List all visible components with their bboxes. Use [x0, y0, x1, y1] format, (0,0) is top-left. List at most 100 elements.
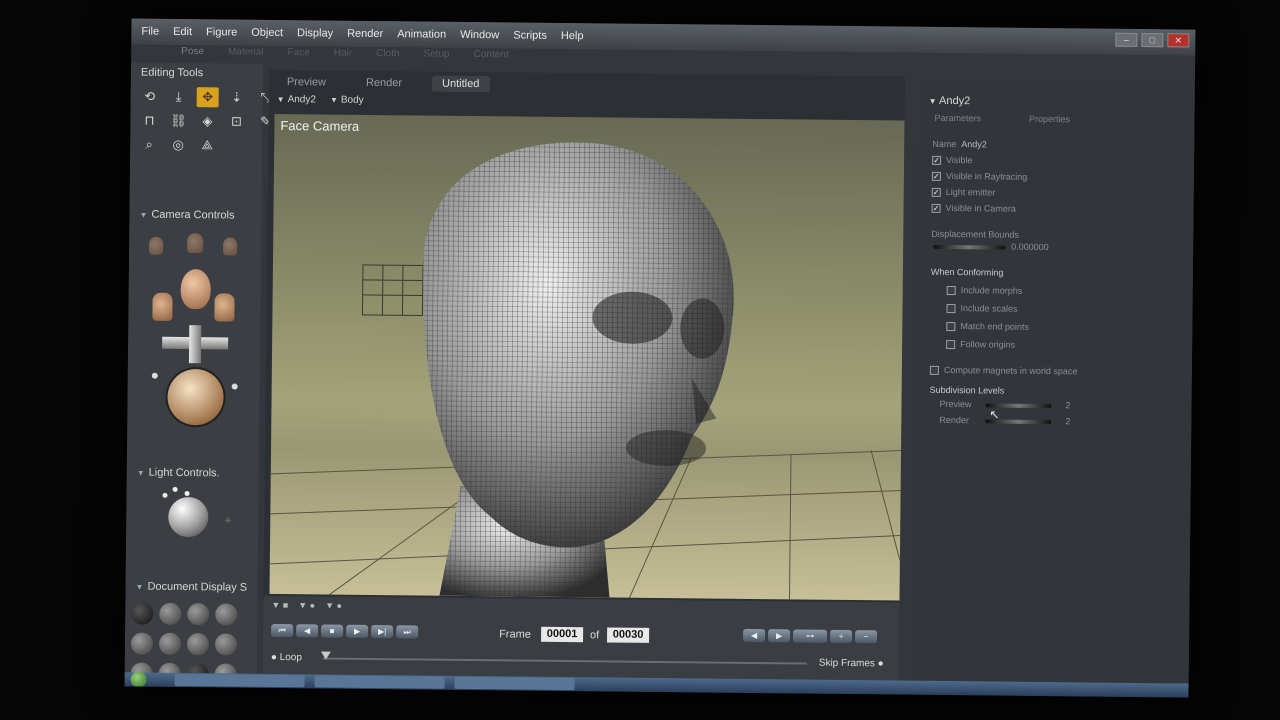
camera-trackball[interactable] — [167, 368, 224, 426]
direct-manipulation-icon[interactable]: ◎ — [167, 135, 189, 155]
tab-render[interactable]: Render — [356, 75, 412, 92]
checkbox-icon[interactable]: ✓ — [931, 203, 941, 213]
room-tab-hair[interactable]: Hair — [334, 48, 352, 66]
current-frame-field[interactable]: 00001 — [541, 626, 584, 643]
select-camera-icon[interactable] — [149, 236, 164, 255]
light-emitter-checkbox[interactable]: ✓ Light emitter — [931, 187, 995, 198]
collapse-arrow-icon[interactable]: ▼ — [139, 211, 147, 220]
menu-display[interactable]: Display — [297, 27, 333, 39]
room-tab-pose[interactable]: Pose — [181, 46, 204, 64]
cartoon-style-icon[interactable] — [214, 633, 238, 656]
light-sun-icon[interactable]: ✳ — [224, 515, 232, 526]
checkbox-icon[interactable] — [946, 303, 956, 313]
menu-figure[interactable]: Figure — [206, 26, 237, 38]
maximize-icon[interactable]: □ — [1141, 33, 1164, 48]
hidden-line-style-icon[interactable] — [215, 603, 238, 626]
start-button-icon[interactable] — [130, 671, 147, 688]
taskbar-item[interactable] — [174, 673, 305, 688]
menu-scripts[interactable]: Scripts — [513, 29, 547, 41]
key-icon[interactable]: ⊶ — [793, 629, 828, 643]
name-field[interactable]: Andy2 — [961, 139, 987, 149]
move-xy-control-icon[interactable] — [162, 325, 229, 364]
include-morphs-checkbox[interactable]: Include morphs — [946, 285, 1022, 296]
step-forward-button[interactable]: ▶| — [371, 624, 394, 639]
flat-shaded-style-icon[interactable] — [158, 632, 182, 655]
visible-camera-checkbox[interactable]: ✓ Visible in Camera — [931, 203, 1016, 214]
tab-parameters[interactable]: Parameters — [934, 113, 981, 123]
light-dot-icon[interactable] — [184, 491, 190, 497]
play-button[interactable]: ▶ — [346, 624, 369, 638]
dropdown-arrow-icon[interactable]: ▼ ● — [325, 601, 342, 611]
silhouette-style-icon[interactable] — [131, 602, 154, 625]
compute-magnets-checkbox[interactable]: Compute magnets in world space — [929, 365, 1078, 376]
dropdown-arrow-icon[interactable]: ▼ ● — [298, 600, 315, 610]
checkbox-icon[interactable]: ✓ — [931, 187, 941, 197]
light-dot-icon[interactable] — [162, 492, 168, 498]
chain-break-icon[interactable]: ⛓ — [167, 111, 189, 131]
preview-subdiv-value[interactable]: 2 — [1065, 400, 1070, 410]
follow-origins-checkbox[interactable]: Follow origins — [946, 339, 1015, 350]
tab-untitled[interactable]: Untitled — [431, 75, 490, 93]
visible-raytracing-checkbox[interactable]: ✓ Visible in Raytracing — [931, 171, 1027, 182]
figure-dropdown[interactable]: ▼ Andy2 — [277, 94, 316, 105]
outline-style-icon[interactable] — [159, 602, 182, 626]
room-tab-material[interactable]: Material — [228, 46, 264, 64]
grouping-tool-icon[interactable]: ⊡ — [225, 111, 247, 131]
timeline-track[interactable] — [322, 657, 807, 665]
taper-tool-icon[interactable]: ⊓ — [138, 111, 160, 131]
menu-file[interactable]: File — [141, 26, 159, 38]
light-dot-icon[interactable] — [172, 486, 178, 492]
taskbar-item[interactable] — [454, 676, 575, 691]
flat-lined-style-icon[interactable] — [186, 633, 210, 656]
render-subdiv-value[interactable]: 2 — [1065, 416, 1070, 426]
key-camera-icon[interactable] — [223, 237, 238, 256]
actor-dropdown[interactable]: ▼ Body — [330, 95, 364, 106]
remove-key-button[interactable]: − — [855, 630, 878, 644]
room-tab-cloth[interactable]: Cloth — [376, 48, 399, 66]
checkbox-icon[interactable] — [946, 285, 956, 295]
joint-tool-icon[interactable]: ⟁ — [196, 135, 218, 155]
right-hand-camera-icon[interactable] — [214, 293, 235, 322]
color-tool-icon[interactable]: ◈ — [196, 111, 218, 131]
room-tab-face[interactable]: Face — [287, 47, 309, 65]
collapse-arrow-icon[interactable]: ▼ — [136, 583, 144, 592]
focal-dot-icon[interactable] — [231, 383, 238, 390]
collapse-arrow-icon[interactable]: ▼ — [137, 469, 145, 478]
tab-preview[interactable]: Preview — [277, 74, 336, 91]
room-tab-content[interactable]: Content — [473, 49, 509, 67]
twist-tool-icon[interactable]: ⤓ — [168, 87, 190, 107]
total-frames-field[interactable]: 00030 — [607, 627, 650, 643]
flyaround-icon[interactable] — [187, 233, 204, 254]
room-tab-setup[interactable]: Setup — [423, 49, 449, 67]
dropdown-arrow-icon[interactable]: ▼ ■ — [271, 600, 288, 610]
menu-object[interactable]: Object — [251, 27, 283, 39]
next-key-button[interactable]: ▶ — [768, 629, 791, 643]
add-key-button[interactable]: + — [830, 629, 853, 644]
checkbox-icon[interactable] — [929, 365, 939, 375]
stop-button[interactable]: ■ — [321, 624, 344, 638]
collapse-arrow-icon[interactable]: ▼ — [929, 97, 937, 106]
skip-frames-toggle[interactable]: Skip Frames ● — [819, 658, 884, 670]
menu-render[interactable]: Render — [347, 28, 383, 40]
menu-animation[interactable]: Animation — [397, 28, 446, 41]
translate-in-out-icon[interactable]: ⇣ — [226, 87, 248, 107]
timeline-scrubber[interactable] — [320, 651, 331, 660]
wireframe-style-icon[interactable] — [187, 603, 210, 626]
menu-help[interactable]: Help — [561, 30, 584, 42]
menu-edit[interactable]: Edit — [173, 26, 192, 38]
scale-dot-icon[interactable] — [151, 372, 158, 379]
morphing-tool-icon[interactable]: ⌕ — [138, 135, 160, 155]
rotate-tool-icon[interactable]: ⟲ — [139, 87, 161, 107]
first-frame-button[interactable]: ⏮ — [271, 623, 294, 638]
left-hand-camera-icon[interactable] — [152, 292, 173, 321]
visible-checkbox[interactable]: ✓ Visible — [932, 155, 972, 165]
loop-toggle[interactable]: ● Loop — [271, 652, 302, 663]
tab-properties[interactable]: Properties — [1029, 114, 1070, 124]
last-frame-button[interactable]: ⏭ — [396, 625, 419, 639]
light-sphere[interactable] — [168, 496, 209, 538]
checkbox-icon[interactable] — [946, 339, 956, 349]
translate-tool-icon[interactable]: ✥ — [196, 87, 219, 108]
displacement-dial[interactable] — [933, 244, 1006, 250]
checkbox-icon[interactable] — [946, 321, 956, 331]
taskbar-item[interactable] — [314, 675, 445, 689]
